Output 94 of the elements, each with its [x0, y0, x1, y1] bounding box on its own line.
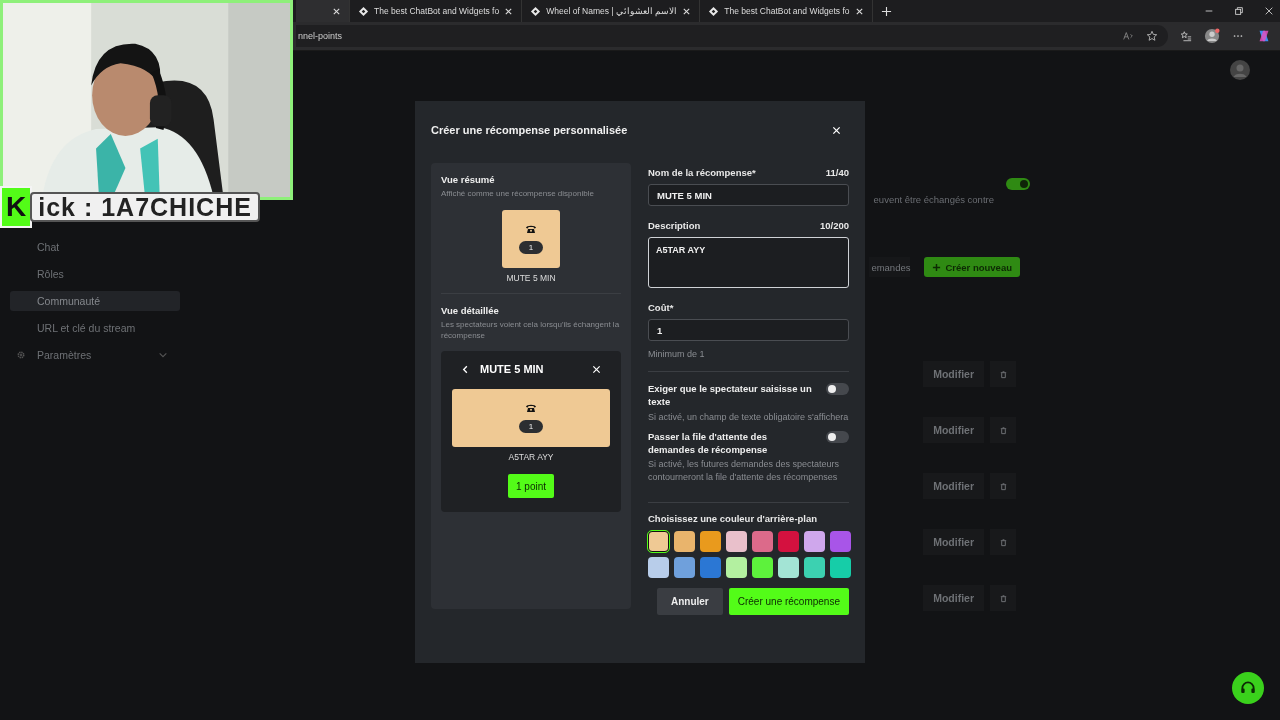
trash-icon [998, 481, 1008, 491]
edit-button[interactable]: Modifier [923, 361, 984, 387]
telephone-icon [525, 403, 537, 414]
toggle-hint: Si activé, les futures demandes des spectateurs contourneront la file d'attente des récompenses [648, 458, 841, 485]
delete-button[interactable] [990, 585, 1016, 611]
close-icon[interactable] [1264, 6, 1274, 16]
sidebar-item[interactable]: Rôles [10, 264, 180, 284]
cost-badge: 1 [518, 240, 544, 254]
favorites-icon[interactable] [1180, 30, 1192, 42]
trash-icon [998, 369, 1008, 379]
trash-icon [998, 425, 1008, 435]
toggle-switch[interactable] [826, 430, 849, 443]
field-label: Nom de la récompense* [648, 167, 756, 178]
color-swatch[interactable] [674, 557, 695, 579]
toggle-label: Exiger que le spectateur saisisse un texte [648, 382, 813, 409]
field-label: Coût* [648, 302, 674, 313]
close-icon[interactable] [854, 6, 864, 16]
description-text: euvent être échangés contre [873, 194, 994, 205]
color-swatch[interactable] [778, 557, 799, 579]
close-icon[interactable] [332, 6, 341, 16]
restore-icon[interactable] [1234, 6, 1244, 16]
delete-button[interactable] [990, 529, 1016, 555]
cancel-button[interactable]: Annuler [656, 588, 723, 616]
edit-button[interactable]: Modifier [923, 473, 984, 499]
back-icon[interactable] [461, 364, 470, 374]
site-icon [708, 5, 720, 17]
edit-button[interactable]: Modifier [923, 529, 984, 555]
reward-title: MUTE 5 MIN [480, 363, 545, 376]
color-swatch[interactable] [726, 557, 747, 579]
character-count: 10/200 [819, 220, 849, 231]
logo-letter: K [0, 186, 33, 228]
color-swatch[interactable] [830, 557, 851, 579]
address-field[interactable]: nnel-points [296, 25, 1168, 47]
section-subtitle: Les spectateurs voient cela lorsqu'ils échangent la récompense [441, 319, 621, 342]
section-subtitle: Affiché comme une récompense disponible [441, 189, 595, 200]
edit-button[interactable]: Modifier [923, 417, 984, 443]
plus-icon [932, 262, 942, 272]
stream-handle: ick : 1A7CHICHE [30, 192, 260, 222]
dialog-title: Créer une récompense personnalisée [431, 124, 629, 136]
sidebar-item[interactable]: Chat [10, 237, 180, 257]
star-icon[interactable] [1146, 30, 1158, 42]
requests-button[interactable]: emandes [869, 257, 911, 277]
sidebar-item[interactable]: URL et clé du stream [10, 318, 180, 338]
read-aloud-icon[interactable] [1122, 30, 1134, 42]
color-swatch[interactable] [804, 557, 825, 579]
delete-button[interactable] [990, 361, 1016, 387]
profile-icon[interactable] [1204, 28, 1220, 44]
color-swatch[interactable] [700, 557, 721, 579]
field-label: Description [648, 220, 701, 231]
toggle-label: Passer la file d'attente des demandes de récompense [648, 429, 769, 457]
toggle-switch[interactable] [1006, 178, 1030, 190]
close-icon[interactable] [504, 6, 514, 16]
redeem-button[interactable]: 1 point [508, 474, 554, 499]
color-swatch[interactable] [700, 531, 721, 553]
field-hint: Minimum de 1 [648, 349, 706, 359]
color-swatch[interactable] [804, 531, 825, 553]
create-new-button[interactable]: Créer nouveau [924, 257, 1020, 277]
character-count: 11/40 [825, 167, 849, 178]
sidebar-item[interactable]: Paramètres [10, 345, 180, 365]
section-title: Vue résumé [441, 174, 496, 185]
color-swatch[interactable] [778, 531, 799, 553]
color-swatch[interactable] [726, 531, 747, 553]
cost-badge: 1 [518, 420, 544, 434]
telephone-icon [525, 223, 537, 234]
avatar-icon[interactable] [1230, 60, 1250, 80]
color-swatch[interactable] [674, 531, 695, 553]
color-swatch[interactable] [830, 531, 851, 553]
reward-name: MUTE 5 MIN [506, 272, 556, 283]
chevron-icon [158, 350, 168, 360]
close-icon[interactable] [682, 6, 692, 16]
color-swatch[interactable] [648, 557, 669, 579]
reward-description: A5TAR AYY [508, 452, 554, 463]
settings-icon [16, 350, 26, 360]
color-swatch[interactable] [752, 557, 773, 579]
section-title: Vue détaillée [441, 304, 500, 316]
new-tab-icon[interactable] [880, 5, 892, 17]
delete-button[interactable] [990, 417, 1016, 443]
edit-button[interactable]: Modifier [923, 585, 984, 611]
cost-input[interactable]: 1 [648, 319, 849, 341]
site-icon [358, 5, 369, 17]
site-icon [530, 5, 542, 17]
description-input[interactable]: A5TAR AYY [648, 237, 849, 288]
toggle-switch[interactable] [826, 383, 849, 395]
color-swatch[interactable] [752, 531, 773, 553]
trash-icon [998, 537, 1008, 547]
trash-icon [998, 593, 1008, 603]
create-reward-button[interactable]: Créer une récompense [728, 588, 849, 616]
color-swatch[interactable] [648, 531, 669, 553]
sidebar-item[interactable]: Communauté [10, 291, 180, 311]
toggle-hint: Si activé, un champ de texte obligatoire s'affichera [648, 410, 849, 424]
field-label: Choisissez une couleur d'arrière-plan [648, 513, 819, 525]
name-input[interactable]: MUTE 5 MIN [648, 184, 849, 206]
help-button[interactable] [1232, 672, 1264, 704]
delete-button[interactable] [990, 473, 1016, 499]
